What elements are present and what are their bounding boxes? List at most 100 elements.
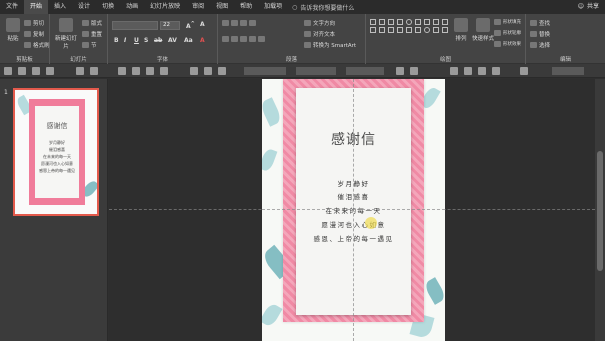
- format-icon[interactable]: [492, 67, 500, 75]
- shape-outline-button[interactable]: 形状轮廓: [494, 30, 521, 36]
- shape-bracket-icon[interactable]: [370, 27, 376, 33]
- scrollbar-thumb[interactable]: [597, 151, 603, 271]
- shape-effects-button[interactable]: 形状效果: [494, 41, 521, 47]
- shape-oval-icon[interactable]: [406, 19, 412, 25]
- shape-rect-icon[interactable]: [415, 27, 421, 33]
- format-icon[interactable]: [410, 67, 418, 75]
- align-text-button[interactable]: 对齐文本: [304, 30, 335, 38]
- strikethrough-button[interactable]: ab: [154, 37, 162, 44]
- tab-home[interactable]: 开始: [24, 0, 49, 14]
- copy-icon: [24, 31, 31, 37]
- format-painter-button[interactable]: 格式刷: [24, 41, 50, 49]
- new-slide-icon: [59, 18, 73, 32]
- paste-button[interactable]: 粘贴: [2, 18, 24, 42]
- share-button[interactable]: ☺ 共享: [578, 0, 599, 14]
- format-icon[interactable]: [450, 67, 458, 75]
- shape-star-icon[interactable]: [379, 27, 385, 33]
- copy-button[interactable]: 复制: [24, 30, 44, 38]
- shape-arrow-icon[interactable]: [397, 19, 403, 25]
- shape-rect-icon[interactable]: [370, 19, 376, 25]
- smartart-button[interactable]: 转换为 SmartArt: [304, 41, 356, 49]
- shape-line-icon[interactable]: [433, 27, 439, 33]
- format-icon[interactable]: [218, 67, 226, 75]
- clear-format-button[interactable]: A: [200, 21, 205, 28]
- shape-curve-icon[interactable]: [406, 27, 412, 33]
- font-name-field[interactable]: [112, 21, 158, 30]
- shape-rect-icon[interactable]: [379, 19, 385, 25]
- find-button[interactable]: 查找: [530, 19, 550, 27]
- bold-button[interactable]: B: [114, 37, 119, 44]
- format-icon[interactable]: [464, 67, 472, 75]
- table-icon[interactable]: [118, 67, 126, 75]
- change-case-button[interactable]: Aa: [184, 37, 193, 44]
- underline-button[interactable]: U: [134, 37, 139, 44]
- save-icon[interactable]: [4, 67, 12, 75]
- shape-arrow-icon[interactable]: [442, 19, 448, 25]
- shape-rect-icon[interactable]: [388, 27, 394, 33]
- align-buttons[interactable]: [222, 36, 265, 42]
- shape-rect-icon[interactable]: [415, 19, 421, 25]
- qat-field[interactable]: [346, 67, 384, 75]
- tab-slideshow[interactable]: 幻灯片放映: [144, 0, 186, 14]
- quick-styles-button[interactable]: 快速样式: [472, 18, 494, 42]
- shape-rect-icon[interactable]: [442, 27, 448, 33]
- reset-button[interactable]: 重置: [82, 30, 102, 38]
- font-color-button[interactable]: A: [200, 37, 205, 44]
- select-button[interactable]: 选择: [530, 41, 550, 49]
- tab-review[interactable]: 审阅: [186, 0, 210, 14]
- italic-button[interactable]: I: [124, 37, 126, 44]
- format-icon[interactable]: [520, 67, 528, 75]
- tab-transitions[interactable]: 切换: [96, 0, 120, 14]
- slide-editing-area[interactable]: 感谢信 岁月静好 催泪感喜 在未来的每一天 愿漫河也入心如意 感恩、上帝的每一遇…: [109, 79, 595, 341]
- editing-group: 查找 替换 选择 编辑: [526, 14, 605, 64]
- arrange-button[interactable]: 排列: [450, 18, 472, 42]
- shapes-gallery[interactable]: [370, 19, 449, 33]
- format-icon[interactable]: [478, 67, 486, 75]
- shape-icon[interactable]: [146, 67, 154, 75]
- shape-triangle-icon[interactable]: [424, 19, 430, 25]
- clipboard-group-label: 剪贴板: [16, 57, 33, 63]
- tab-insert[interactable]: 插入: [48, 0, 72, 14]
- bold-icon[interactable]: [76, 67, 84, 75]
- tab-animations[interactable]: 动画: [120, 0, 144, 14]
- tab-design[interactable]: 设计: [72, 0, 96, 14]
- vertical-scrollbar[interactable]: [595, 79, 605, 341]
- layout-button[interactable]: 版式: [82, 19, 102, 27]
- tab-file[interactable]: 文件: [0, 0, 24, 14]
- shape-line-icon[interactable]: [388, 19, 394, 25]
- section-button[interactable]: 节: [82, 41, 97, 49]
- slide-1[interactable]: 感谢信 岁月静好 催泪感喜 在未来的每一天 愿漫河也入心如意 感恩、上帝的每一遇…: [262, 79, 445, 341]
- bullets-button[interactable]: [222, 20, 256, 26]
- shape-line-icon[interactable]: [433, 19, 439, 25]
- tab-help[interactable]: 帮助: [234, 0, 258, 14]
- textbox-icon[interactable]: [160, 67, 168, 75]
- format-icon[interactable]: [396, 67, 404, 75]
- qat-field[interactable]: [296, 67, 336, 75]
- replace-button[interactable]: 替换: [530, 30, 550, 38]
- font-size-field[interactable]: 22: [160, 21, 180, 30]
- shape-arrow-icon[interactable]: [397, 27, 403, 33]
- align-icon[interactable]: [90, 67, 98, 75]
- cut-button[interactable]: 剪切: [24, 19, 44, 27]
- qat-field[interactable]: [244, 67, 286, 75]
- slide-thumbnail-1[interactable]: 感谢信 岁月静好 催泪感喜 在未来的每一天 愿漫河也入心如意 感恩上帝的每一遇见: [13, 88, 99, 216]
- undo-icon[interactable]: [18, 67, 26, 75]
- slide-thumbnail-pane: 1 感谢信 岁月静好 催泪感喜 在未来的每一天 愿漫河也入心如意 感恩上帝的每一…: [0, 79, 108, 341]
- grow-font-button[interactable]: A^: [186, 21, 195, 30]
- picture-icon[interactable]: [132, 67, 140, 75]
- qat-field[interactable]: [552, 67, 584, 75]
- start-slideshow-icon[interactable]: [46, 67, 54, 75]
- new-slide-button[interactable]: 新建幻灯片: [54, 18, 78, 50]
- tab-addins[interactable]: 加载项: [258, 0, 288, 14]
- format-icon[interactable]: [204, 67, 212, 75]
- shadow-button[interactable]: S: [144, 37, 148, 44]
- text-direction-button[interactable]: 文字方向: [304, 19, 335, 27]
- char-spacing-button[interactable]: AV: [168, 37, 177, 44]
- redo-icon[interactable]: [32, 67, 40, 75]
- fill-icon: [494, 19, 501, 25]
- shape-fill-button[interactable]: 形状填充: [494, 19, 521, 25]
- format-icon[interactable]: [190, 67, 198, 75]
- shape-oval-icon[interactable]: [424, 27, 430, 33]
- tab-view[interactable]: 视图: [210, 0, 234, 14]
- tell-me-box[interactable]: ○ 告诉我你想要做什么: [292, 3, 354, 12]
